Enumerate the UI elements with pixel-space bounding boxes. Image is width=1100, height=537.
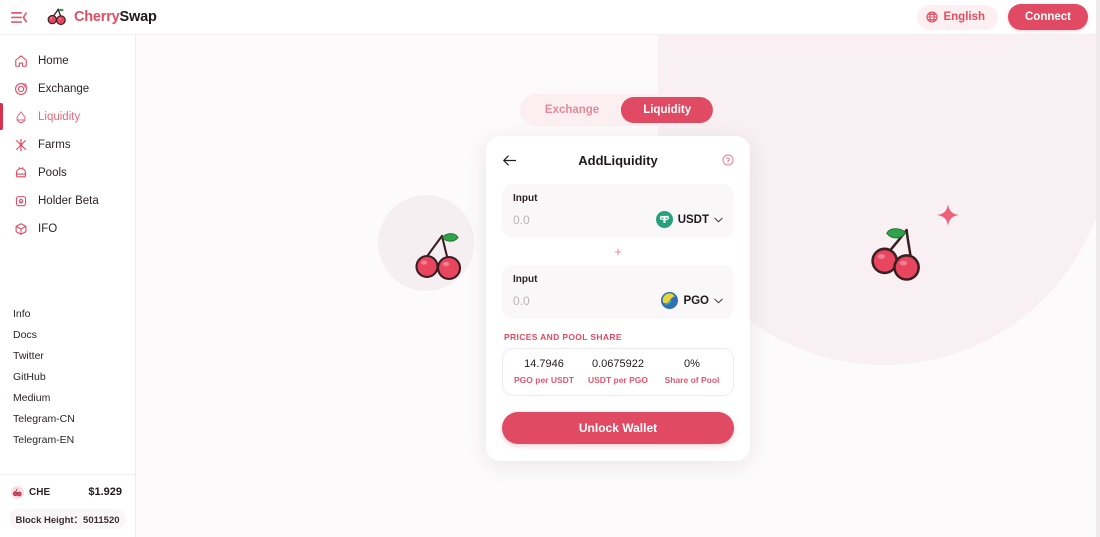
chevron-down-icon	[714, 217, 723, 223]
sidebar-item-holder-beta[interactable]: Holder Beta	[0, 187, 135, 214]
sidebar-divider	[0, 474, 135, 475]
input-row: PGO	[513, 292, 723, 309]
sidebar-item-home[interactable]: Home	[0, 47, 135, 74]
token-select-pgo[interactable]: PGO	[661, 292, 723, 309]
che-token-icon	[11, 485, 24, 499]
amount-input-token-b[interactable]	[513, 293, 633, 308]
globe-icon	[926, 11, 939, 23]
main-content: Exchange Liquidity AddLiquidity Input 0.…	[136, 35, 1100, 537]
sidebar-item-label: IFO	[38, 222, 58, 235]
cherry-logo-icon	[45, 5, 69, 29]
input-box-token-b: Input PGO	[502, 265, 734, 319]
rate-label: USDT per PGO	[588, 375, 648, 385]
add-token-divider: +	[502, 238, 734, 265]
input-box-token-a: Input USDT	[502, 184, 734, 238]
rate-cell-usdt-per-pgo: 0.0675922 USDT per PGO	[581, 358, 655, 385]
input-row: USDT	[513, 211, 723, 228]
connect-wallet-button[interactable]: Connect	[1008, 4, 1088, 30]
top-header: CherrySwap English Connect	[0, 0, 1100, 35]
collapse-sidebar-icon[interactable]	[8, 6, 30, 28]
language-button[interactable]: English	[917, 4, 998, 30]
rate-cell-pgo-per-usdt: 14.7946 PGO per USDT	[507, 358, 581, 385]
sidebar-links: Info Docs Twitter GitHub Medium Telegram…	[0, 303, 135, 450]
liquidity-drop-icon	[13, 109, 28, 124]
rate-cell-share-of-pool: 0% Share of Pool	[655, 358, 729, 385]
rate-label: PGO per USDT	[514, 375, 574, 385]
farms-icon	[13, 137, 28, 152]
sidebar-item-label: Holder Beta	[38, 194, 99, 207]
pgo-token-icon	[661, 292, 679, 309]
sidebar-item-label: Exchange	[38, 82, 90, 95]
body-wrapper: Home Exchange Liquidity Farms Pools Hold…	[0, 35, 1100, 537]
page-scrollbar[interactable]	[1096, 0, 1100, 537]
cherry-illustration-icon	[408, 223, 470, 290]
sidebar: Home Exchange Liquidity Farms Pools Hold…	[0, 35, 136, 537]
plus-icon[interactable]: +	[614, 245, 622, 258]
sidebar-link-telegram-cn[interactable]: Telegram-CN	[0, 408, 135, 429]
exchange-liquidity-tabs: Exchange Liquidity	[519, 94, 717, 126]
brand-name-secondary: Swap	[119, 9, 157, 25]
token-price-value: $1.929	[88, 486, 122, 498]
sidebar-link-docs[interactable]: Docs	[0, 324, 135, 345]
sidebar-link-telegram-en[interactable]: Telegram-EN	[0, 429, 135, 450]
token-symbol-label: PGO	[683, 294, 709, 307]
sidebar-item-label: Farms	[38, 138, 71, 151]
sidebar-item-exchange[interactable]: Exchange	[0, 75, 135, 102]
header-actions: English Connect	[917, 4, 1088, 30]
exchange-icon	[13, 81, 28, 96]
token-symbol-label: USDT	[677, 213, 709, 226]
sidebar-item-liquidity[interactable]: Liquidity	[0, 103, 135, 130]
prices-pool-share-label: PRICES AND POOL SHARE	[504, 332, 622, 342]
input-label: Input	[513, 274, 538, 285]
block-height-badge: Block Height：5011520	[9, 509, 126, 529]
sidebar-item-label: Pools	[38, 166, 67, 179]
help-circle-icon[interactable]	[722, 154, 734, 166]
sidebar-link-medium[interactable]: Medium	[0, 387, 135, 408]
sidebar-item-label: Liquidity	[38, 110, 81, 123]
sparkle-icon	[936, 203, 960, 232]
sidebar-footer: CHE $1.929 Block Height：5011520	[0, 474, 135, 537]
brand-name-primary: Cherry	[74, 9, 120, 25]
sidebar-item-pools[interactable]: Pools	[0, 159, 135, 186]
sidebar-item-label: Home	[38, 54, 69, 67]
holder-lock-icon	[13, 193, 28, 208]
language-button-label: English	[943, 11, 985, 23]
prices-pool-share-box: 14.7946 PGO per USDT 0.0675922 USDT per …	[502, 348, 734, 396]
sidebar-link-twitter[interactable]: Twitter	[0, 345, 135, 366]
add-liquidity-card: AddLiquidity Input 0.0 USDT + Input 0.0 …	[486, 136, 750, 461]
page-title: AddLiquidity	[578, 152, 658, 168]
brand-logo-link[interactable]: CherrySwap	[45, 5, 157, 29]
pools-icon	[13, 165, 28, 180]
rate-value: 14.7946	[524, 358, 564, 370]
sidebar-item-farms[interactable]: Farms	[0, 131, 135, 158]
app-root: CherrySwap English Connect Home Exchange…	[0, 0, 1100, 537]
token-select-usdt[interactable]: USDT	[655, 211, 723, 228]
unlock-wallet-button[interactable]: Unlock Wallet	[502, 412, 734, 444]
cherry-illustration-icon	[866, 217, 934, 290]
back-arrow-icon[interactable]	[502, 154, 517, 167]
usdt-token-icon	[655, 211, 673, 228]
rate-label: Share of Pool	[664, 375, 720, 385]
input-label: Input	[513, 193, 538, 204]
card-header: AddLiquidity	[502, 148, 734, 172]
home-icon	[13, 53, 28, 68]
sidebar-item-ifo[interactable]: IFO	[0, 215, 135, 242]
sidebar-link-github[interactable]: GitHub	[0, 366, 135, 387]
rate-value: 0%	[684, 358, 700, 370]
ifo-box-icon	[13, 221, 28, 236]
amount-input-token-a[interactable]	[513, 212, 633, 227]
chevron-down-icon	[714, 298, 723, 304]
tab-liquidity[interactable]: Liquidity	[621, 97, 714, 123]
tab-exchange[interactable]: Exchange	[523, 97, 621, 123]
rate-value: 0.0675922	[592, 358, 644, 370]
token-symbol: CHE	[29, 486, 51, 498]
sidebar-link-info[interactable]: Info	[0, 303, 135, 324]
token-price-row[interactable]: CHE $1.929	[0, 484, 135, 500]
